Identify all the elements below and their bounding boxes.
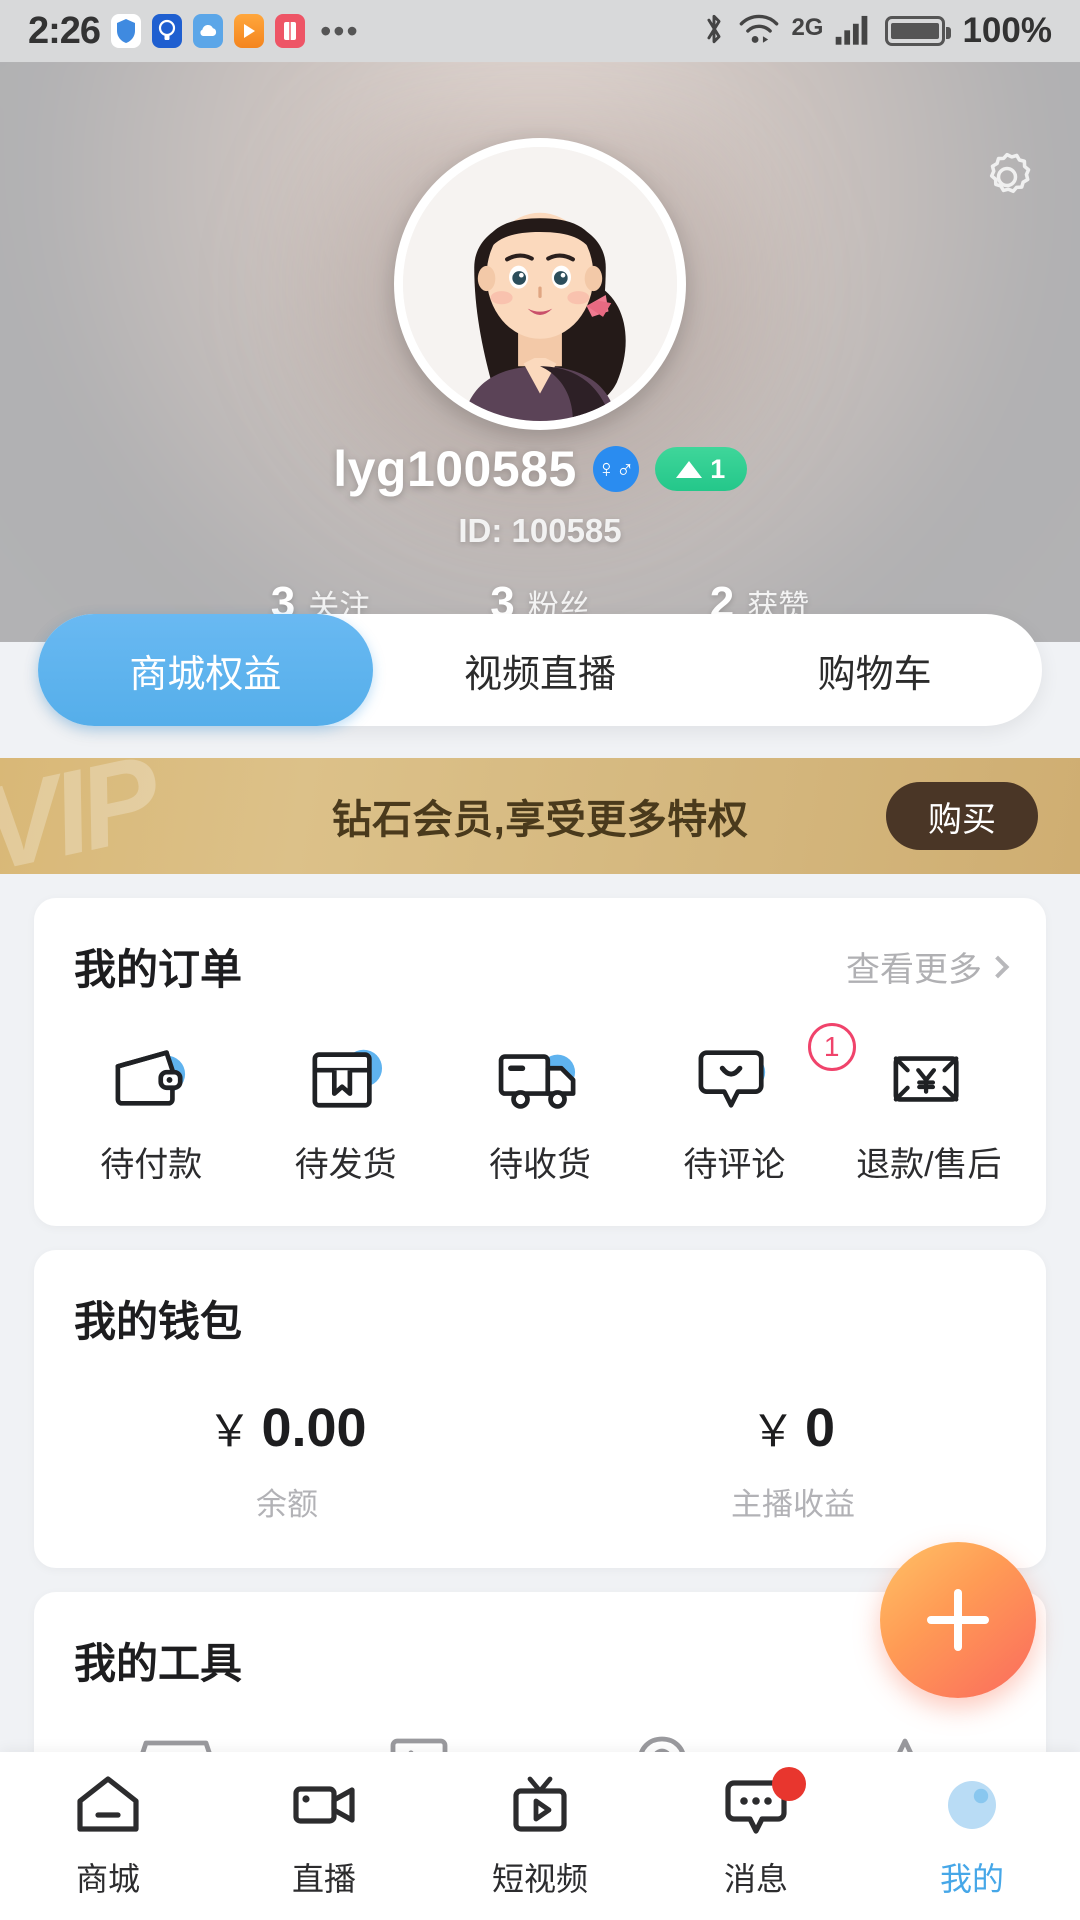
wallet-label: 余额 bbox=[256, 1487, 318, 1522]
cloud-icon bbox=[193, 14, 224, 48]
nav-item-messages[interactable]: 消息 bbox=[648, 1766, 864, 1900]
profile-icon bbox=[938, 1773, 1006, 1840]
username-row: lyg100585 ♀♂ 1 bbox=[0, 440, 1080, 498]
order-pending-payment[interactable]: 待付款 bbox=[54, 1041, 248, 1186]
video-camera-icon bbox=[290, 1773, 358, 1840]
nav-item-live[interactable]: 直播 bbox=[216, 1773, 432, 1900]
shield-icon bbox=[111, 14, 142, 48]
player-icon bbox=[234, 14, 265, 48]
nav-item-profile[interactable]: 我的 bbox=[864, 1773, 1080, 1900]
user-id: ID: 100585 bbox=[458, 512, 622, 549]
nav-item-mall[interactable]: 商城 bbox=[0, 1773, 216, 1900]
section-tabs: 商城权益 视频直播 购物车 bbox=[38, 614, 1042, 726]
bluetooth-icon bbox=[701, 10, 727, 53]
status-bar: 2:26 ••• 2G 100% bbox=[0, 0, 1080, 62]
order-label: 待收货 bbox=[489, 1146, 592, 1184]
order-label: 待发货 bbox=[294, 1146, 397, 1184]
currency-symbol: ￥ bbox=[207, 1407, 252, 1456]
currency-symbol: ￥ bbox=[750, 1407, 795, 1456]
battery-percent: 100% bbox=[962, 11, 1052, 50]
order-pending-review[interactable]: 1 待评论 bbox=[637, 1023, 856, 1186]
wallet-label: 主播收益 bbox=[731, 1487, 855, 1522]
add-floating-button[interactable] bbox=[880, 1542, 1036, 1698]
profile-header: lyg100585 ♀♂ 1 ID: 100585 3 关注 3 粉丝 2 获赞 bbox=[0, 62, 1080, 642]
amount-value: 0 bbox=[804, 1398, 836, 1458]
gear-icon[interactable] bbox=[978, 148, 1036, 206]
battery-icon bbox=[885, 16, 952, 46]
level-badge: 1 bbox=[654, 447, 747, 491]
orders-card-header: 我的订单 查看更多 bbox=[34, 898, 1046, 997]
avatar[interactable] bbox=[394, 138, 686, 430]
nav-label: 消息 bbox=[723, 1860, 788, 1897]
vip-watermark: VIP bbox=[0, 758, 167, 874]
status-bar-right: 2G 100% bbox=[701, 10, 1052, 53]
wallet-title: 我的钱包 bbox=[74, 1298, 243, 1345]
amount-value: 0.00 bbox=[261, 1398, 367, 1458]
wallet-card: 我的钱包 ￥ 0.00 余额 ￥ 0 主播收益 bbox=[34, 1250, 1046, 1568]
nav-item-shortvideo[interactable]: 短视频 bbox=[432, 1773, 648, 1900]
signal-bars-icon bbox=[834, 12, 874, 51]
tab-cart[interactable]: 购物车 bbox=[707, 614, 1042, 726]
status-bar-left: 2:26 ••• bbox=[28, 10, 360, 53]
order-label: 待付款 bbox=[100, 1146, 203, 1184]
avatar-image bbox=[403, 147, 677, 421]
home-icon bbox=[74, 1773, 142, 1840]
order-label: 待评论 bbox=[683, 1146, 786, 1184]
view-more-orders[interactable]: 查看更多 bbox=[846, 942, 1010, 991]
orders-row: 待付款 待发货 待收货 1 待评论 退款/售后 bbox=[34, 997, 1046, 1226]
wallet-anchor-income[interactable]: ￥ 0 主播收益 bbox=[540, 1395, 1046, 1524]
nav-label: 直播 bbox=[291, 1860, 356, 1897]
buy-button[interactable]: 购买 bbox=[886, 782, 1038, 850]
orders-card: 我的订单 查看更多 待付款 待发货 待收货 1 待评论 退款/售后 bbox=[34, 898, 1046, 1226]
wallet-amount: ￥ 0 bbox=[751, 1395, 835, 1459]
bulb-icon bbox=[152, 14, 183, 48]
level-triangle-icon bbox=[676, 460, 703, 478]
plus-icon bbox=[927, 1589, 989, 1651]
wallet-row: ￥ 0.00 余额 ￥ 0 主播收益 bbox=[34, 1349, 1046, 1568]
comment-smile-icon bbox=[691, 1041, 777, 1115]
unread-dot bbox=[772, 1766, 806, 1801]
package-box-icon bbox=[303, 1041, 389, 1115]
tools-title: 我的工具 bbox=[74, 1640, 243, 1687]
wallet-amount: ￥ 0.00 bbox=[207, 1395, 366, 1459]
delivery-truck-icon bbox=[497, 1041, 583, 1115]
main-content: 我的订单 查看更多 待付款 待发货 待收货 1 待评论 退款/售后 我的钱包 ￥… bbox=[0, 898, 1080, 1838]
wifi-icon bbox=[738, 12, 780, 51]
tv-play-icon bbox=[506, 1773, 574, 1840]
network-type-label: 2G bbox=[791, 13, 824, 41]
order-label: 退款/售后 bbox=[856, 1146, 1002, 1184]
order-refund-aftersales[interactable]: 退款/售后 bbox=[832, 1041, 1026, 1186]
nav-label: 商城 bbox=[75, 1860, 140, 1897]
order-pending-shipment[interactable]: 待发货 bbox=[248, 1041, 442, 1186]
orders-title: 我的订单 bbox=[74, 946, 243, 993]
wallet-pay-icon bbox=[108, 1041, 194, 1115]
view-more-label: 查看更多 bbox=[846, 951, 982, 989]
book-icon bbox=[275, 14, 306, 48]
refund-yen-icon bbox=[886, 1041, 972, 1115]
bottom-navigation: 商城 直播 短视频 消息 我的 bbox=[0, 1752, 1080, 1920]
order-pending-receipt[interactable]: 待收货 bbox=[443, 1041, 637, 1186]
vip-banner-text: 钻石会员,享受更多特权 bbox=[331, 798, 749, 842]
status-overflow-icon: ••• bbox=[320, 13, 360, 49]
gender-badge: ♀♂ bbox=[592, 446, 639, 492]
nav-label: 短视频 bbox=[491, 1860, 588, 1897]
tab-video-live[interactable]: 视频直播 bbox=[373, 614, 708, 726]
chevron-right-icon bbox=[986, 955, 1010, 978]
status-time: 2:26 bbox=[28, 9, 101, 52]
wallet-balance[interactable]: ￥ 0.00 余额 bbox=[34, 1395, 540, 1524]
level-value: 1 bbox=[710, 453, 726, 484]
tab-mall-benefits[interactable]: 商城权益 bbox=[38, 614, 373, 726]
username: lyg100585 bbox=[333, 441, 577, 497]
wallet-card-header: 我的钱包 bbox=[34, 1250, 1046, 1349]
nav-label: 我的 bbox=[939, 1860, 1004, 1897]
vip-banner[interactable]: VIP 钻石会员,享受更多特权 购买 bbox=[0, 758, 1080, 874]
